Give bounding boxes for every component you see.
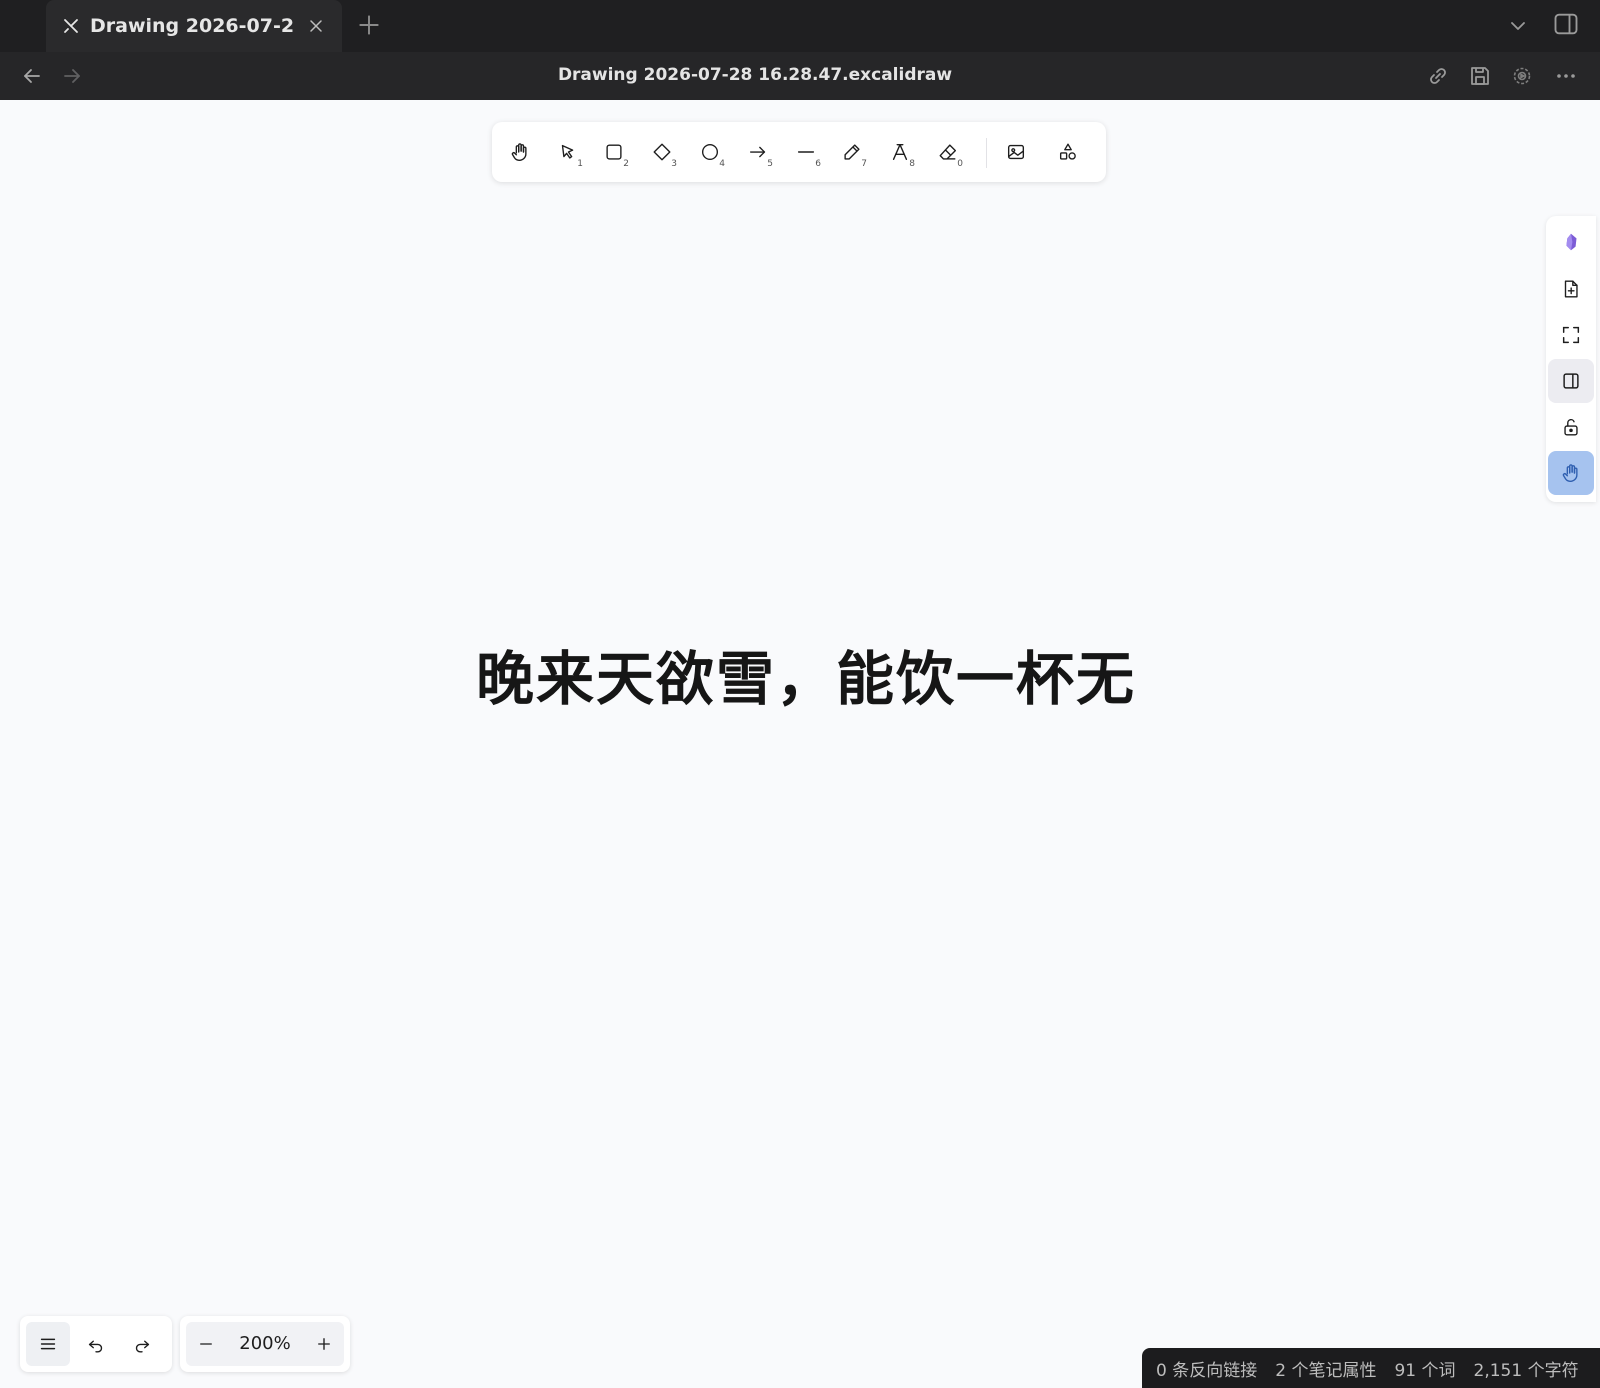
- diamond-icon: [653, 143, 671, 161]
- redo-icon: [135, 1340, 150, 1353]
- link-icon[interactable]: [1426, 64, 1450, 88]
- redo-button[interactable]: [120, 1322, 164, 1366]
- sidebar-panel-icon: [1563, 373, 1579, 389]
- tool-shortcut: 2: [623, 159, 629, 169]
- hand-mode-button[interactable]: [1548, 451, 1594, 495]
- tool-shortcut: 5: [767, 159, 773, 169]
- save-icon[interactable]: [1468, 64, 1492, 88]
- plus-icon: [318, 1338, 330, 1350]
- tool-shortcut: 8: [909, 159, 915, 169]
- new-tab-icon[interactable]: [356, 12, 382, 38]
- more-options-icon[interactable]: [1554, 64, 1578, 88]
- fullscreen-icon: [1562, 326, 1580, 344]
- close-icon[interactable]: [306, 16, 326, 36]
- tool-shortcut: 7: [861, 159, 867, 169]
- view-header: Drawing 2026-07-28 16.28.47.excalidraw: [0, 52, 1600, 100]
- tool-hand[interactable]: [502, 134, 538, 170]
- obsidian-logo-icon: [1566, 233, 1577, 251]
- shapes-toolbar: 1 2 3 4 5 6 7 8 0: [492, 122, 1106, 182]
- status-properties[interactable]: 2 个笔记属性: [1275, 1356, 1376, 1381]
- shapes-library-icon: [1059, 143, 1076, 160]
- toggle-sidebar-button[interactable]: [1548, 359, 1594, 403]
- tool-eraser[interactable]: 0: [930, 134, 966, 170]
- tool-draw[interactable]: 7: [834, 134, 870, 170]
- circle-icon: [701, 143, 719, 161]
- hand-icon: [1562, 464, 1578, 482]
- file-plus-icon: [1564, 280, 1578, 298]
- undo-icon: [88, 1340, 103, 1353]
- lock-button[interactable]: [1548, 405, 1594, 449]
- zoom-inner: 200%: [186, 1322, 344, 1366]
- tool-image[interactable]: [998, 134, 1034, 170]
- status-bar: 0 条反向链接 2 个笔记属性 91 个词 2,151 个字符: [1142, 1348, 1600, 1388]
- tool-shortcut: 0: [957, 159, 963, 169]
- tool-diamond[interactable]: 3: [644, 134, 680, 170]
- cursor-arrow-icon: [561, 144, 574, 159]
- toolbar-divider: [986, 138, 987, 168]
- text-icon: [892, 143, 908, 161]
- chevron-down-icon[interactable]: [1506, 14, 1530, 38]
- tool-ellipse[interactable]: 4: [692, 134, 728, 170]
- unlock-icon: [1564, 418, 1578, 436]
- minus-icon: [200, 1343, 212, 1345]
- menu-undo-redo-group: [20, 1316, 172, 1372]
- status-backlinks[interactable]: 0 条反向链接: [1156, 1356, 1257, 1381]
- status-word-count: 91 个词: [1394, 1360, 1456, 1381]
- image-icon: [1007, 144, 1025, 160]
- rectangle-icon: [606, 144, 622, 160]
- tab-title: Drawing 2026-07-2...: [90, 15, 296, 37]
- settings-icon[interactable]: [1510, 64, 1534, 88]
- tool-arrow[interactable]: 5: [740, 134, 776, 170]
- tool-text[interactable]: 8: [882, 134, 918, 170]
- excalidraw-icon: [64, 19, 78, 33]
- obsidian-tools-button[interactable]: [1548, 220, 1594, 264]
- zoom-reset-button[interactable]: 200%: [226, 1333, 304, 1354]
- tool-shortcut: 1: [577, 159, 583, 169]
- right-tools-panel: [1546, 216, 1596, 502]
- hamburger-menu-icon: [40, 1338, 56, 1350]
- main-menu-button[interactable]: [26, 1322, 70, 1366]
- toggle-right-sidebar-icon[interactable]: [1552, 10, 1580, 38]
- tab-bar: Drawing 2026-07-2...: [0, 0, 1600, 52]
- tool-shortcut: 6: [815, 159, 821, 169]
- pencil-icon: [844, 144, 860, 160]
- undo-button[interactable]: [74, 1322, 118, 1366]
- tool-shortcut: 3: [671, 159, 677, 169]
- canvas-text-element[interactable]: 晚来天欲雪，能饮一杯无: [476, 632, 1136, 716]
- line-icon: [797, 151, 815, 153]
- tool-rectangle[interactable]: 2: [596, 134, 632, 170]
- tool-library[interactable]: [1050, 134, 1086, 170]
- tool-shortcut: 4: [719, 159, 725, 169]
- insert-file-button[interactable]: [1548, 267, 1594, 311]
- zoom-in-button[interactable]: [304, 1322, 344, 1366]
- zoom-controls: 200%: [180, 1316, 350, 1372]
- page-title: Drawing 2026-07-28 16.28.47.excalidraw: [557, 65, 953, 85]
- zoom-out-button[interactable]: [186, 1322, 226, 1366]
- tool-selection[interactable]: 1: [550, 134, 586, 170]
- tab-drawing[interactable]: Drawing 2026-07-2...: [46, 0, 342, 52]
- fullscreen-button[interactable]: [1548, 313, 1594, 357]
- hand-icon: [511, 143, 527, 161]
- arrow-icon: [749, 146, 766, 158]
- tool-line[interactable]: 6: [788, 134, 824, 170]
- status-char-count: 2,151 个字符: [1473, 1360, 1579, 1381]
- eraser-icon: [939, 144, 957, 160]
